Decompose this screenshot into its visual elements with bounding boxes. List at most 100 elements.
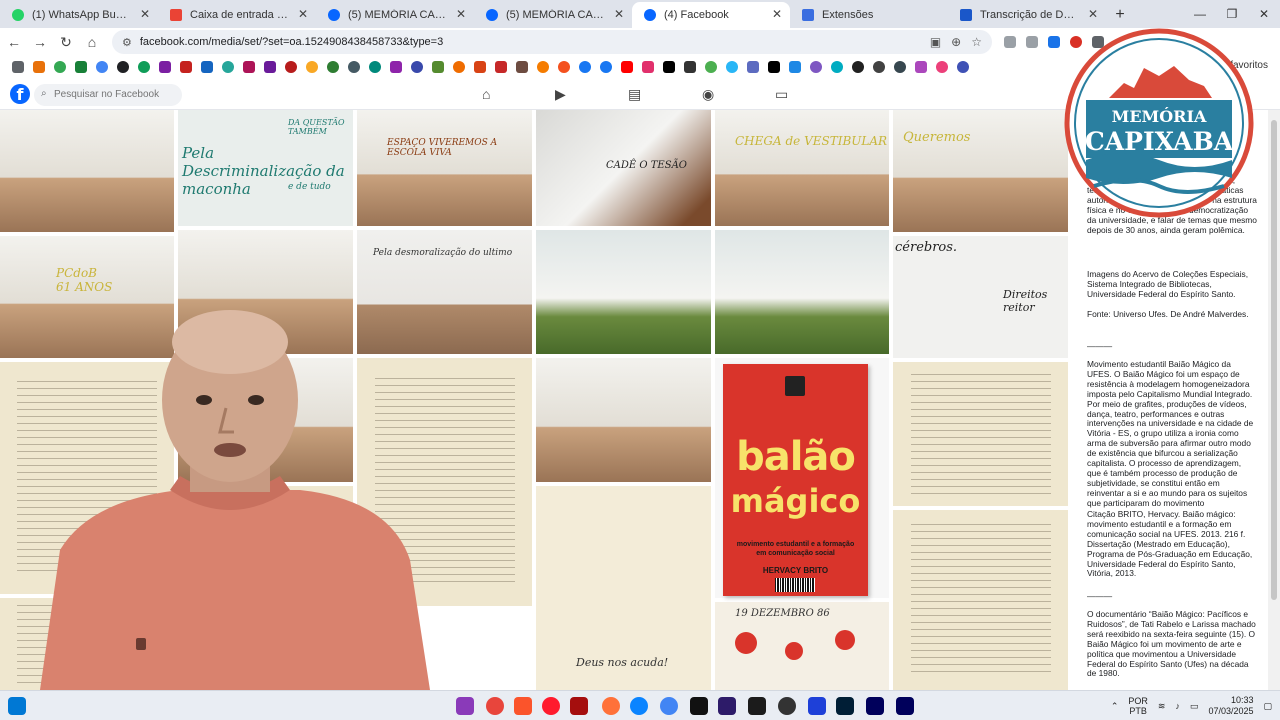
chevron-up-icon[interactable]: ⌃ bbox=[1111, 701, 1119, 712]
bookmark-icon[interactable] bbox=[495, 61, 507, 73]
scrollbar[interactable] bbox=[1268, 110, 1280, 690]
chrome-icon[interactable] bbox=[660, 697, 678, 715]
back-icon[interactable]: ← bbox=[2, 30, 26, 54]
star-icon[interactable]: ☆ bbox=[971, 35, 982, 49]
bookmark-icon[interactable] bbox=[285, 61, 297, 73]
start-icon[interactable] bbox=[8, 697, 26, 715]
volume-icon[interactable]: ♪ bbox=[1175, 701, 1180, 711]
battery-icon[interactable]: ▭ bbox=[1190, 701, 1199, 712]
close-icon[interactable]: ✕ bbox=[456, 7, 466, 21]
photo-thumbnail[interactable]: ESPAÇO VIVEREMOS A ESCOLA VIVA bbox=[357, 110, 532, 226]
taskbar-app-icon[interactable] bbox=[748, 697, 766, 715]
bookmark-icon[interactable] bbox=[159, 61, 171, 73]
bookmark-icon[interactable] bbox=[537, 61, 549, 73]
close-icon[interactable]: ✕ bbox=[614, 7, 624, 21]
tab-memoria-1[interactable]: (5) MEMÓRIA CAPIXABA | Face ✕ bbox=[316, 2, 474, 28]
facebook-search-input[interactable] bbox=[34, 84, 182, 106]
site-info-icon[interactable]: ⚙ bbox=[122, 36, 132, 49]
brave-icon[interactable] bbox=[514, 697, 532, 715]
bookmark-icon[interactable] bbox=[138, 61, 150, 73]
bookmark-icon[interactable] bbox=[894, 61, 906, 73]
photo-thumbnail[interactable]: cérebros. Direitos reitor bbox=[893, 236, 1068, 358]
bookmark-icon[interactable] bbox=[873, 61, 885, 73]
bookmark-icon[interactable] bbox=[957, 61, 969, 73]
bookmark-icon[interactable] bbox=[306, 61, 318, 73]
zoom-icon[interactable]: ⊕ bbox=[951, 35, 961, 49]
firefox-icon[interactable] bbox=[602, 697, 620, 715]
tiktok-icon[interactable] bbox=[768, 61, 780, 73]
x-icon[interactable] bbox=[663, 61, 675, 73]
taskbar-app-icon[interactable] bbox=[808, 697, 826, 715]
close-icon[interactable]: ✕ bbox=[140, 7, 150, 21]
taskbar-app-icon[interactable] bbox=[570, 697, 588, 715]
bookmark-icon[interactable] bbox=[33, 61, 45, 73]
photo-thumbnail[interactable] bbox=[0, 110, 174, 232]
extension-icon[interactable] bbox=[1048, 36, 1060, 48]
taskbar-app-icon[interactable] bbox=[718, 697, 736, 715]
bookmark-icon[interactable] bbox=[915, 61, 927, 73]
extension-icon[interactable] bbox=[1004, 36, 1016, 48]
tab-gmail[interactable]: Caixa de entrada - pirajax@gm ✕ bbox=[158, 2, 316, 28]
bookmark-icon[interactable] bbox=[54, 61, 66, 73]
cartoon-thumbnail[interactable]: Deus nos acuda! bbox=[536, 486, 711, 690]
bookmark-icon[interactable] bbox=[432, 61, 444, 73]
extension-icon[interactable] bbox=[1026, 36, 1038, 48]
language-indicator[interactable]: POR PTB bbox=[1128, 696, 1148, 716]
opera-icon[interactable] bbox=[542, 697, 560, 715]
close-icon[interactable]: ✕ bbox=[772, 7, 782, 21]
bookmark-icon[interactable] bbox=[327, 61, 339, 73]
bookmark-icon[interactable] bbox=[453, 61, 465, 73]
bookmark-icon[interactable] bbox=[96, 61, 108, 73]
minimize-icon[interactable]: — bbox=[1184, 0, 1216, 28]
forward-icon[interactable]: → bbox=[28, 30, 52, 54]
bookmark-icon[interactable] bbox=[222, 61, 234, 73]
photo-thumbnail[interactable] bbox=[536, 358, 711, 482]
bookmark-icon[interactable] bbox=[369, 61, 381, 73]
bookmark-icon[interactable] bbox=[117, 61, 129, 73]
groups-nav-icon[interactable]: ◉ bbox=[702, 86, 714, 103]
bookmark-icon[interactable] bbox=[936, 61, 948, 73]
close-icon[interactable]: ✕ bbox=[298, 7, 308, 21]
youtube-icon[interactable] bbox=[621, 61, 633, 73]
audition-icon[interactable] bbox=[896, 697, 914, 715]
taskbar-app-icon[interactable] bbox=[690, 697, 708, 715]
poster-thumbnail[interactable]: 19 DEZEMBRO 86 bbox=[715, 602, 889, 690]
taskbar-app-icon[interactable] bbox=[778, 697, 796, 715]
bookmark-icon[interactable] bbox=[474, 61, 486, 73]
maximize-icon[interactable]: ❐ bbox=[1216, 0, 1248, 28]
bookmark-icon[interactable] bbox=[789, 61, 801, 73]
bookmark-icon[interactable] bbox=[75, 61, 87, 73]
tab-facebook[interactable]: (4) Facebook ✕ bbox=[632, 2, 790, 28]
gaming-nav-icon[interactable]: ▭ bbox=[775, 86, 788, 103]
new-tab-button[interactable]: + bbox=[1106, 2, 1134, 28]
photo-thumbnail[interactable] bbox=[715, 230, 889, 354]
bookmark-icon[interactable] bbox=[264, 61, 276, 73]
bookmark-icon[interactable] bbox=[516, 61, 528, 73]
address-bar[interactable]: ⚙ facebook.com/media/set/?set=oa.1524908… bbox=[112, 30, 992, 54]
install-icon[interactable]: ▣ bbox=[930, 35, 941, 49]
close-window-icon[interactable]: ✕ bbox=[1248, 0, 1280, 28]
bookmark-icon[interactable] bbox=[684, 61, 696, 73]
clock[interactable]: 10:33 07/03/2025 bbox=[1208, 695, 1253, 717]
tab-extensions[interactable]: Extensões bbox=[790, 2, 948, 28]
taskbar-app-icon[interactable] bbox=[486, 697, 504, 715]
photo-thumbnail[interactable]: Pela Descriminalização da maconha e de t… bbox=[178, 110, 353, 226]
instagram-icon[interactable] bbox=[642, 61, 654, 73]
tab-whatsapp[interactable]: (1) WhatsApp Business ✕ bbox=[0, 2, 158, 28]
home-nav-icon[interactable]: ⌂ bbox=[482, 86, 490, 102]
notifications-icon[interactable]: ▢ bbox=[1263, 701, 1272, 712]
bookmark-icon[interactable] bbox=[831, 61, 843, 73]
bookmark-icon[interactable] bbox=[348, 61, 360, 73]
home-icon[interactable]: ⌂ bbox=[80, 30, 104, 54]
bookmark-icon[interactable] bbox=[558, 61, 570, 73]
tab-transcricao[interactable]: Transcrição de Documentos Ur ✕ bbox=[948, 2, 1106, 28]
bookmark-icon[interactable] bbox=[201, 61, 213, 73]
bookmark-icon[interactable] bbox=[747, 61, 759, 73]
photo-thumbnail[interactable]: CADÊ O TESÃO bbox=[536, 110, 711, 226]
video-nav-icon[interactable]: ▶ bbox=[555, 86, 566, 103]
document-thumbnail[interactable] bbox=[893, 510, 1068, 690]
taskbar-app-icon[interactable] bbox=[630, 697, 648, 715]
bookmark-icon[interactable] bbox=[810, 61, 822, 73]
photo-thumbnail[interactable]: CHEGA de VESTIBULAR bbox=[715, 110, 889, 226]
taskbar-app-icon[interactable] bbox=[456, 697, 474, 715]
